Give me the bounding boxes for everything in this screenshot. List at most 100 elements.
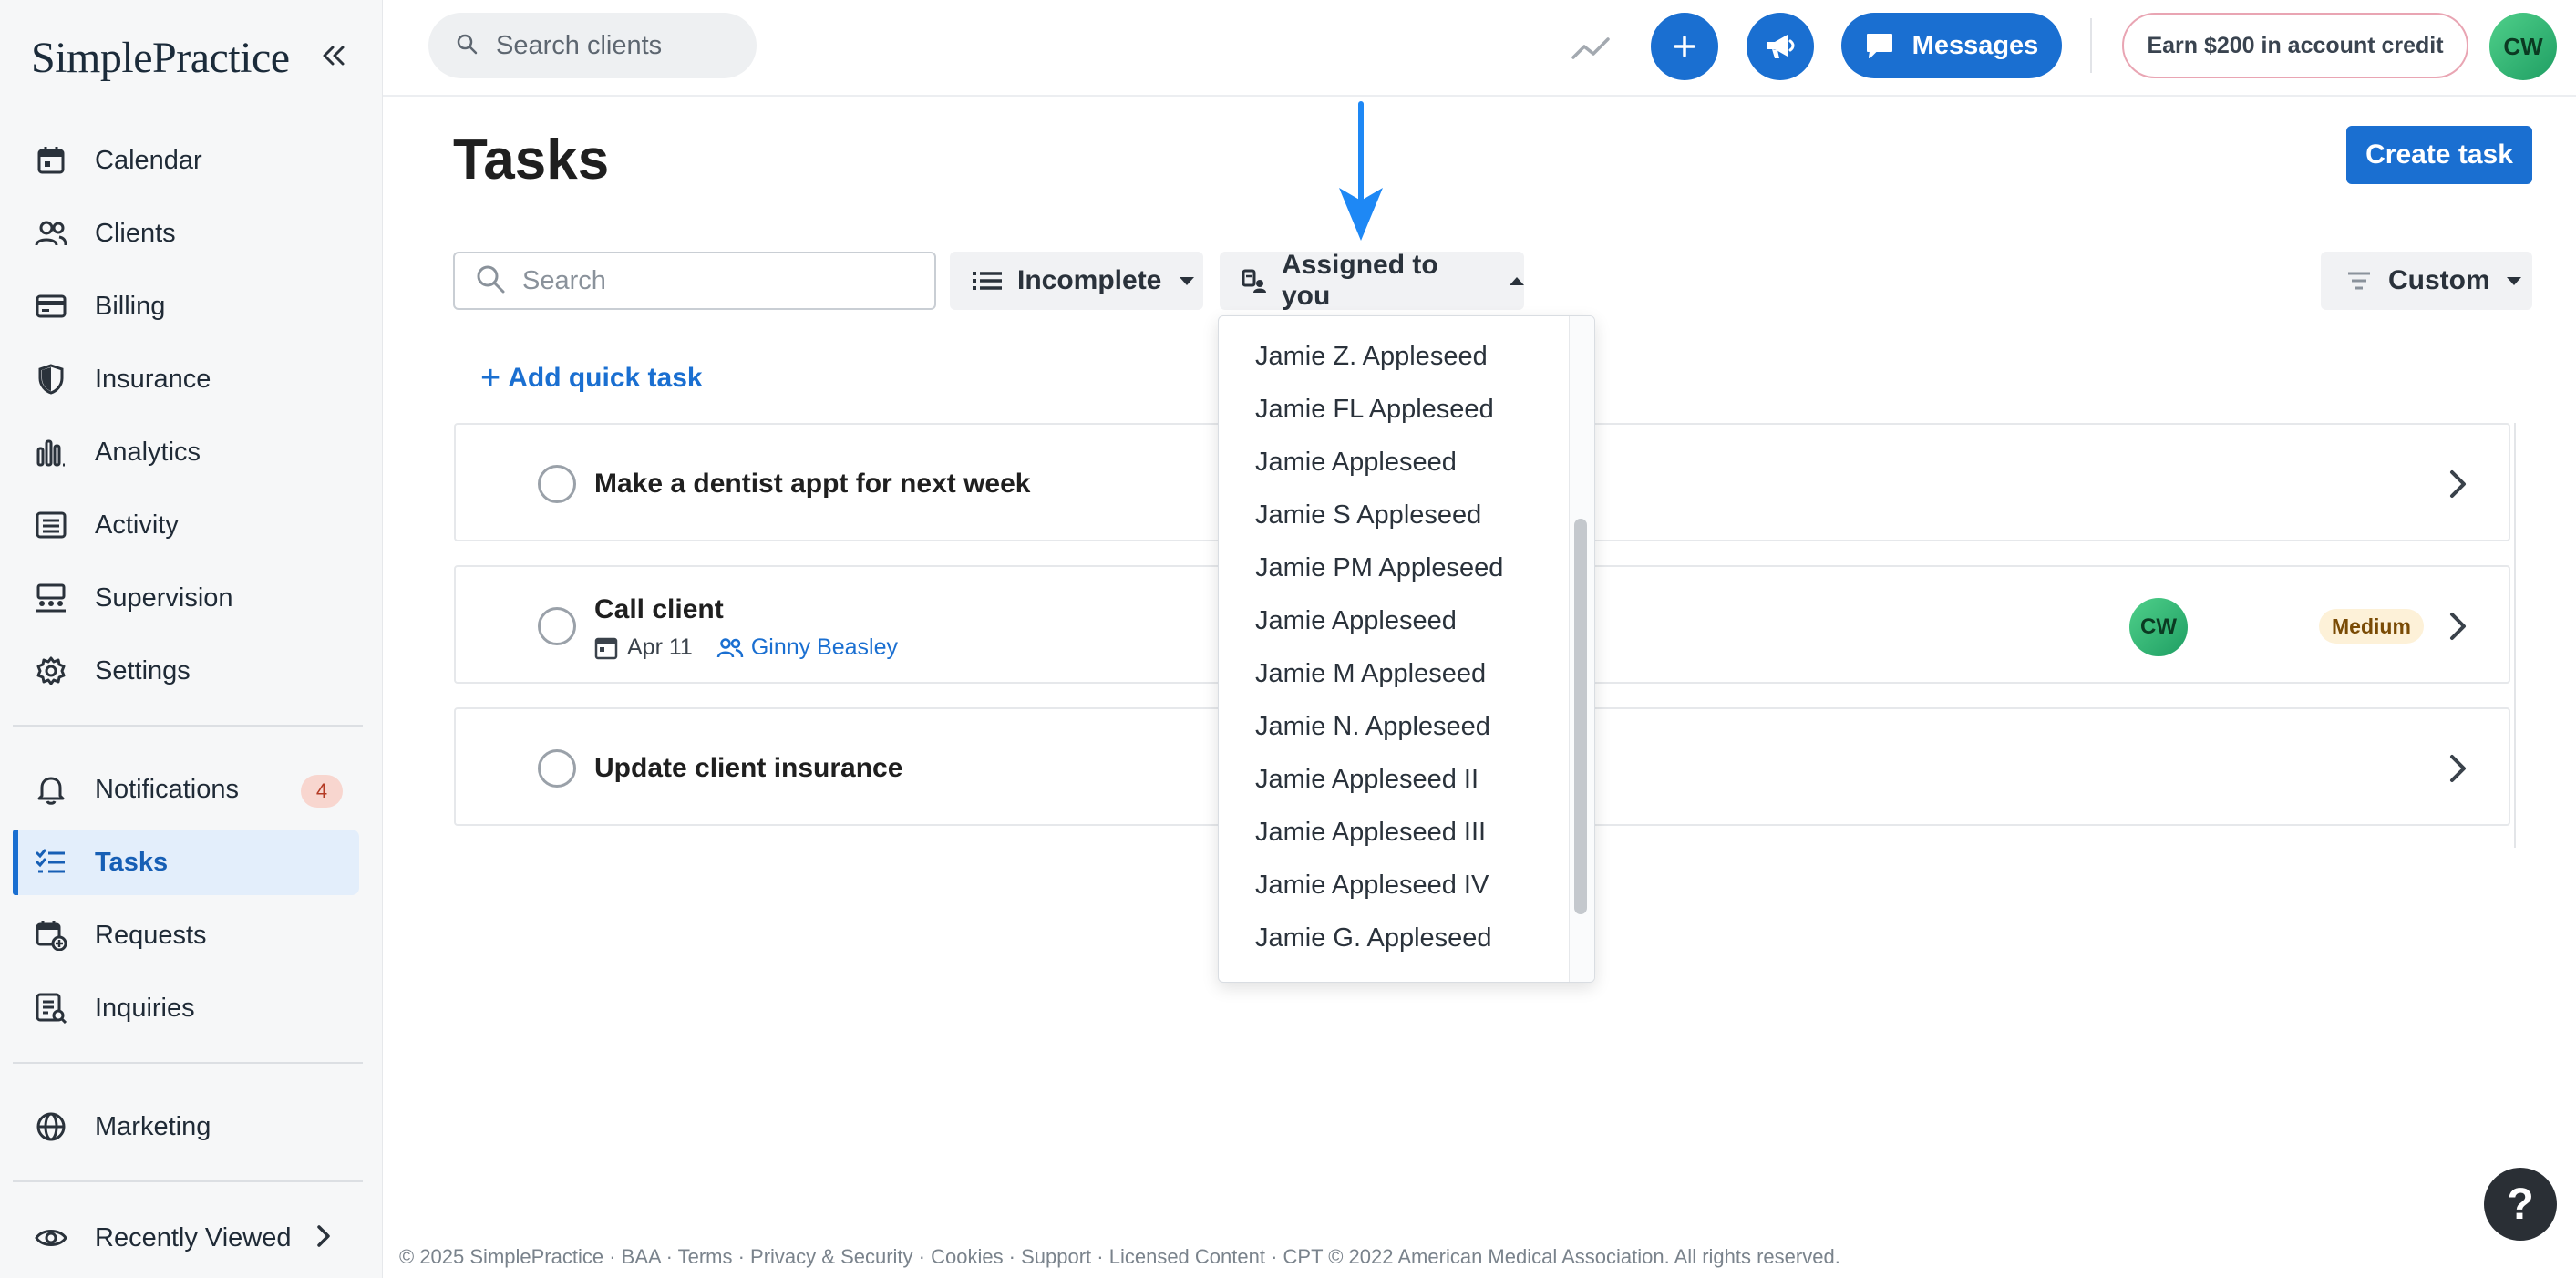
sidebar-item-label: Analytics [95, 437, 201, 467]
calendar-icon [594, 637, 618, 659]
earn-credit-button[interactable]: Earn $200 in account credit [2122, 13, 2468, 78]
client-search-placeholder: Search clients [496, 30, 663, 60]
task-meta: Apr 11 Ginny Beasley [594, 634, 898, 661]
footer-links[interactable]: © 2025 SimplePractice · BAA · Terms · Pr… [399, 1245, 1840, 1269]
sidebar-item-notifications[interactable]: Notifications 4 [13, 757, 359, 822]
assignee-option[interactable]: Jamie G. Appleseed [1255, 923, 1492, 953]
create-task-button[interactable]: Create task [2346, 126, 2532, 184]
assignee-option[interactable]: Jamie Z. Appleseed [1255, 342, 1488, 372]
gear-icon [33, 653, 69, 689]
caret-down-icon [2506, 276, 2521, 285]
assignee-avatar: CW [2129, 598, 2188, 656]
add-quick-task-button[interactable]: + Add quick task [480, 361, 703, 396]
calendar-plus-icon [33, 917, 69, 953]
chevron-right-icon[interactable] [2445, 750, 2472, 787]
annotation-arrow-down-icon [1339, 101, 1383, 241]
assignee-option[interactable]: Jamie M Appleseed [1255, 659, 1486, 689]
sidebar-item-settings[interactable]: Settings [13, 638, 359, 704]
list-icon [33, 507, 69, 543]
sidebar-item-activity[interactable]: Activity [13, 492, 359, 558]
task-title: Call client [594, 594, 724, 624]
supervision-icon [33, 580, 69, 616]
user-avatar[interactable]: CW [2489, 13, 2557, 80]
status-filter-label: Incomplete [1017, 265, 1162, 295]
sort-label: Custom [2388, 265, 2490, 295]
assignee-option[interactable]: Jamie Appleseed [1255, 606, 1457, 636]
sidebar-item-tasks[interactable]: Tasks [13, 830, 359, 895]
messages-button[interactable]: Messages [1841, 13, 2062, 78]
chevron-right-icon[interactable] [2445, 608, 2472, 644]
sidebar-item-calendar[interactable]: Calendar [13, 128, 359, 193]
task-client-link[interactable]: Ginny Beasley [751, 634, 898, 661]
status-filter-dropdown[interactable]: Incomplete [950, 252, 1203, 310]
brand-logo[interactable]: SimplePractice [31, 26, 290, 89]
brand-name: SimplePractice [31, 33, 290, 82]
task-complete-radio[interactable] [538, 607, 576, 645]
inquiries-icon [33, 990, 69, 1026]
bar-chart-icon [33, 434, 69, 470]
assignee-option[interactable]: Jamie N. Appleseed [1255, 712, 1490, 742]
chevron-right-icon [315, 1223, 332, 1253]
help-button[interactable]: ? [2484, 1168, 2557, 1241]
trend-icon[interactable] [1568, 26, 1613, 71]
sidebar-item-inquiries[interactable]: Inquiries [13, 975, 359, 1041]
announcements-button[interactable] [1747, 13, 1814, 80]
sidebar-item-insurance[interactable]: Insurance [13, 346, 359, 412]
calendar-icon [33, 142, 69, 179]
filter-icon [2346, 271, 2372, 291]
sidebar-item-analytics[interactable]: Analytics [13, 419, 359, 485]
client-search-input[interactable]: Search clients [428, 13, 757, 78]
sidebar-item-label: Inquiries [95, 993, 195, 1023]
assignee-option[interactable]: Jamie Appleseed III [1255, 818, 1486, 848]
chat-bubble-icon [1865, 32, 1894, 59]
sort-dropdown[interactable]: Custom [2321, 252, 2532, 310]
priority-badge: Medium [2319, 609, 2424, 644]
chevron-right-icon[interactable] [2445, 466, 2472, 502]
assignee-filter-dropdown[interactable]: Assigned to you [1220, 250, 1524, 311]
task-due-date: Apr 11 [627, 634, 693, 660]
page-title: Tasks [453, 129, 610, 191]
sidebar-item-requests[interactable]: Requests [13, 902, 359, 968]
assignee-option[interactable]: Jamie Appleseed [1255, 448, 1457, 478]
assignee-option[interactable]: Jamie PM Appleseed [1255, 553, 1503, 583]
topbar-divider [2090, 18, 2092, 73]
assignee-icon [1242, 268, 1267, 294]
search-icon [475, 263, 506, 299]
task-complete-radio[interactable] [538, 465, 576, 503]
sidebar-item-billing[interactable]: Billing [13, 273, 359, 339]
task-title: Update client insurance [594, 753, 903, 783]
messages-label: Messages [1911, 30, 2039, 60]
bell-icon [33, 771, 69, 808]
sidebar-item-label: Calendar [95, 145, 202, 175]
assignee-option[interactable]: Jamie S Appleseed [1255, 500, 1481, 531]
sidebar-item-label: Marketing [95, 1111, 211, 1141]
collapse-sidebar-button[interactable] [314, 33, 354, 78]
shield-icon [33, 361, 69, 397]
plus-icon: + [480, 359, 501, 397]
sidebar-item-label: Insurance [95, 364, 211, 394]
assignee-option[interactable]: Jamie FL Appleseed [1255, 395, 1494, 425]
sidebar-divider [13, 725, 363, 727]
sidebar-divider [13, 1180, 363, 1182]
sidebar-item-recently-viewed[interactable]: Recently Viewed [13, 1205, 359, 1271]
sidebar-item-label: Activity [95, 510, 179, 540]
sidebar-item-label: Recently Viewed [95, 1222, 292, 1252]
list-icon [972, 269, 1003, 293]
sidebar-item-clients[interactable]: Clients [13, 201, 359, 266]
sidebar-item-label: Requests [95, 920, 207, 950]
task-complete-radio[interactable] [538, 749, 576, 788]
sidebar-divider [13, 1062, 363, 1064]
sidebar-item-label: Settings [95, 655, 191, 685]
quick-add-button[interactable] [1651, 13, 1718, 80]
sidebar-item-label: Clients [95, 218, 176, 248]
sidebar-item-label: Notifications [95, 774, 239, 804]
dropdown-scrollbar-thumb[interactable] [1574, 519, 1587, 914]
task-search-input[interactable] [522, 265, 905, 296]
assignee-option[interactable]: Jamie Appleseed IV [1255, 871, 1489, 901]
credit-card-icon [33, 288, 69, 325]
task-search-field[interactable] [453, 252, 936, 310]
sidebar-item-supervision[interactable]: Supervision [13, 565, 359, 631]
assignee-option[interactable]: Jamie Appleseed II [1255, 765, 1479, 795]
sidebar-item-marketing[interactable]: Marketing [13, 1094, 359, 1159]
sidebar: SimplePractice Calendar Clients Billing … [0, 0, 383, 1278]
